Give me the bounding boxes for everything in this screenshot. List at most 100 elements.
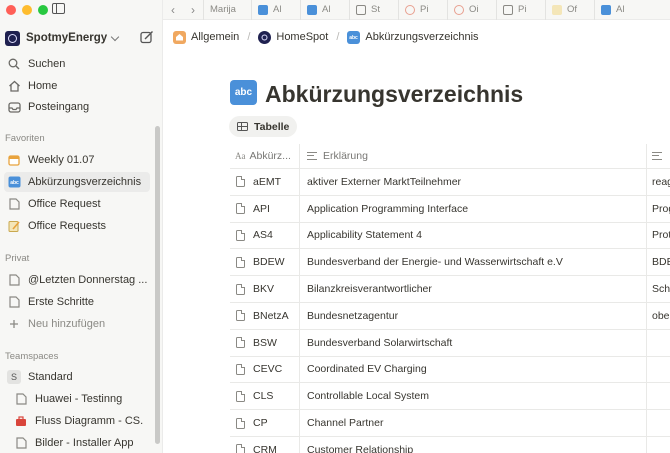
cell-abkuerzung[interactable]: aEMT — [230, 169, 300, 195]
table-row[interactable]: API Application Programming Interface Prog — [230, 195, 670, 223]
tab-label: Al — [616, 4, 625, 15]
cell-erklaerung[interactable]: Bundesnetzagentur — [300, 302, 647, 329]
table-row[interactable]: BDEW Bundesverband der Energie- und Wasse… — [230, 249, 670, 277]
cell-erklaerung[interactable]: Channel Partner — [300, 410, 647, 436]
cell-abkuerzung[interactable]: BNetzA — [230, 302, 300, 329]
tab-office[interactable]: Of — [545, 0, 594, 20]
cell-extra[interactable]: Sch — [647, 276, 670, 302]
cell-abkuerzung[interactable]: CLS — [230, 383, 300, 410]
sidebar-item-office-requests[interactable]: Office Requests — [4, 216, 150, 236]
cell-erklaerung[interactable]: Application Programming Interface — [300, 195, 647, 222]
sidebar-item-erste-schritte[interactable]: Erste Schritte — [4, 292, 150, 312]
section-title-private[interactable]: Privat — [5, 253, 29, 264]
table-row[interactable]: aEMT aktiver Externer MarktTeilnehmer reag — [230, 169, 670, 196]
cell-erklaerung[interactable]: Bilanzkreisverantwortlicher — [300, 276, 647, 302]
cell-abkuerzung[interactable]: BSW — [230, 329, 300, 356]
cell-extra[interactable] — [647, 437, 670, 453]
sidebar-item-home[interactable]: Home — [4, 76, 150, 96]
breadcrumb-allgemein[interactable]: Allgemein — [173, 30, 239, 44]
table-row[interactable]: AS4 Applicability Statement 4 Prot — [230, 222, 670, 250]
table-row[interactable]: BNetzA Bundesnetzagentur obe — [230, 302, 670, 330]
cell-erklaerung[interactable]: Coordinated EV Charging — [300, 356, 647, 383]
table-row[interactable]: CEVC Coordinated EV Charging — [230, 356, 670, 384]
tab-label: Pi — [518, 4, 527, 15]
cell-abkuerzung[interactable]: BDEW — [230, 249, 300, 276]
sidebar-item-huawei[interactable]: Huawei - Testinng — [4, 389, 150, 409]
page-icon — [236, 390, 245, 402]
sidebar-item-bilder[interactable]: Bilder - Installer App — [4, 433, 150, 453]
cell-extra[interactable]: Prog — [647, 196, 670, 222]
page-abc-icon[interactable]: abc — [230, 80, 257, 105]
table-row[interactable]: CP Channel Partner — [230, 410, 670, 437]
minimize-window-button[interactable] — [22, 5, 32, 15]
sidebar-item-weekly[interactable]: Weekly 01.07 — [4, 150, 150, 170]
sidebar-scrollbar[interactable] — [155, 126, 160, 444]
forward-arrow-icon[interactable]: › — [183, 0, 203, 20]
cell-text: Bilanzkreisverantwortlicher — [307, 283, 432, 296]
cell-abkuerzung[interactable]: AS4 — [230, 222, 300, 249]
cell-text: BDEW — [253, 256, 285, 269]
plus-icon — [7, 317, 21, 331]
cell-abkuerzung[interactable]: API — [230, 195, 300, 222]
workspace-switcher[interactable]: SpotmyEnergy — [5, 28, 154, 48]
cell-erklaerung[interactable]: Applicability Statement 4 — [300, 222, 647, 249]
cell-abkuerzung[interactable]: CRM — [230, 436, 300, 453]
page-title[interactable]: Abkürzungsverzeichnis — [265, 80, 523, 108]
tab-p-2[interactable]: Pi — [496, 0, 545, 20]
tab-o[interactable]: Oi — [447, 0, 496, 20]
sidebar-item-letzten-donnerstag[interactable]: @Letzten Donnerstag ... — [4, 270, 150, 290]
sidebar-item-fluss-diagramm[interactable]: Fluss Diagramm - CS. — [4, 411, 150, 431]
home-icon — [356, 4, 366, 15]
tab-abk-1[interactable]: Al — [251, 0, 300, 20]
column-header-extra[interactable] — [647, 144, 670, 168]
cell-abkuerzung[interactable]: CP — [230, 410, 300, 436]
cell-abkuerzung[interactable]: CEVC — [230, 356, 300, 383]
tab-marija[interactable]: Marija — [203, 0, 251, 20]
table-row[interactable]: BSW Bundesverband Solarwirtschaft — [230, 329, 670, 357]
table-row[interactable]: CRM Customer Relationship — [230, 436, 670, 453]
cell-extra[interactable] — [647, 357, 670, 383]
column-header-abkuerzung[interactable]: Aa Abkürz... — [230, 144, 300, 168]
close-window-button[interactable] — [6, 5, 16, 15]
cell-erklaerung[interactable]: Bundesverband der Energie- und Wasserwir… — [300, 249, 647, 276]
view-tab-table[interactable]: Tabelle — [229, 116, 298, 137]
table-row[interactable]: CLS Controllable Local System — [230, 383, 670, 411]
cell-extra[interactable]: reag — [647, 169, 670, 195]
page-icon — [14, 392, 28, 406]
abc-icon: abc — [7, 175, 21, 189]
section-title-teamspaces[interactable]: Teamspaces — [5, 351, 58, 362]
sidebar-add-page[interactable]: Neu hinzufügen — [4, 314, 150, 334]
sidebar-item-abkuerzungsverzeichnis[interactable]: abc Abkürzungsverzeichnis — [4, 172, 150, 192]
cell-extra[interactable] — [647, 410, 670, 436]
back-arrow-icon[interactable]: ‹ — [163, 0, 183, 20]
new-page-icon[interactable] — [140, 30, 154, 44]
cell-abkuerzung[interactable]: BKV — [230, 276, 300, 302]
sidebar-toggle-icon[interactable] — [52, 3, 65, 14]
tab-abk-2[interactable]: Al — [300, 0, 349, 20]
sidebar-item-office-request[interactable]: Office Request — [4, 194, 150, 214]
table-row[interactable]: BKV Bilanzkreisverantwortlicher Sch — [230, 276, 670, 303]
breadcrumb-abkuerzungsverzeichnis[interactable]: abc Abkürzungsverzeichnis — [347, 30, 479, 44]
cell-extra[interactable]: obe — [647, 303, 670, 329]
column-header-erklaerung[interactable]: Erklärung — [300, 144, 647, 168]
sidebar-item-inbox[interactable]: Posteingang — [4, 97, 150, 117]
sidebar-item-search[interactable]: Suchen — [4, 54, 150, 74]
cell-extra[interactable]: Prot — [647, 223, 670, 249]
cell-erklaerung[interactable]: Controllable Local System — [300, 383, 647, 410]
breadcrumb-homespot[interactable]: HomeSpot — [258, 30, 328, 44]
cell-erklaerung[interactable]: aktiver Externer MarktTeilnehmer — [300, 169, 647, 195]
section-title-favorites[interactable]: Favoriten — [5, 133, 45, 144]
sidebar-item-standard[interactable]: S Standard — [4, 367, 150, 387]
cell-extra[interactable] — [647, 383, 670, 409]
tab-abk-3[interactable]: Al — [594, 0, 643, 20]
tab-p-1[interactable]: Pi — [398, 0, 447, 20]
tab-label: Pi — [420, 4, 429, 15]
page-icon — [236, 363, 245, 375]
cell-text: reag — [652, 175, 670, 188]
maximize-window-button[interactable] — [38, 5, 48, 15]
cell-erklaerung[interactable]: Customer Relationship — [300, 436, 647, 453]
cell-extra[interactable] — [647, 330, 670, 356]
cell-erklaerung[interactable]: Bundesverband Solarwirtschaft — [300, 329, 647, 356]
tab-start[interactable]: St — [349, 0, 398, 20]
cell-extra[interactable]: BDE — [647, 249, 670, 275]
